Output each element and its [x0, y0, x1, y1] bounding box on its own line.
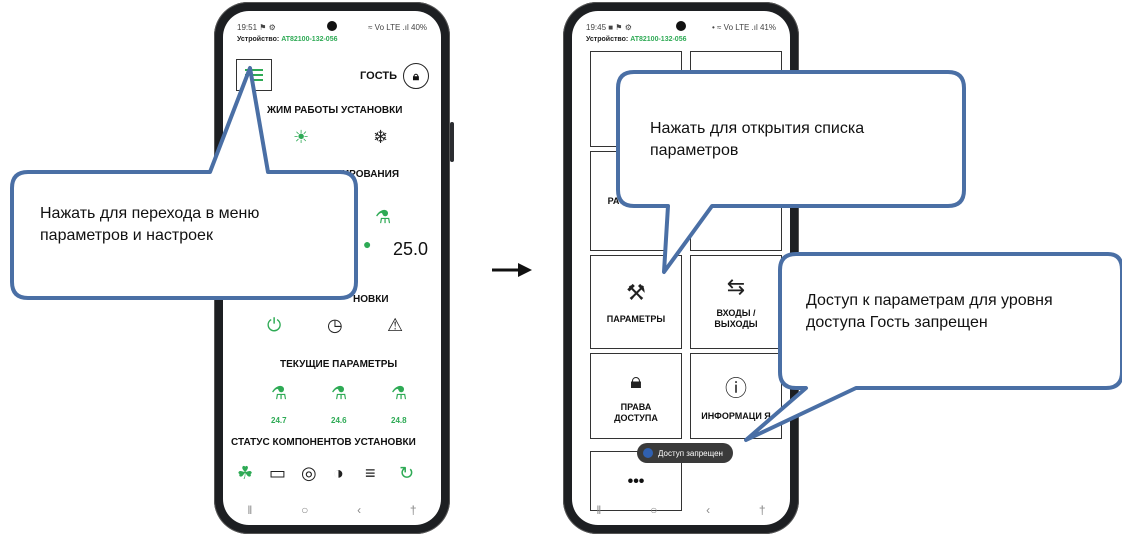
left-phone: 19:51 ⚑ ⚙ ≈ Vo LTE .ıl 40% Устройство: A…: [214, 2, 454, 534]
heater-icon: ▭: [269, 463, 287, 483]
transition-arrow-icon: [492, 263, 532, 277]
tile-top-left-label: Р Р: [628, 93, 644, 104]
tile-logs[interactable]: ЛОГИ: [690, 151, 782, 251]
clock-icon[interactable]: ◷: [327, 315, 343, 336]
power-icon[interactable]: ⏻: [267, 315, 281, 336]
guest-access[interactable]: ГОСТЬ 🔒︎: [360, 63, 429, 89]
system-navbar: ‖ ○ ‹ †: [223, 495, 441, 525]
tile-io-label: ВХОДЫ / ВЫХОДЫ: [714, 308, 758, 329]
info-icon: ⓘ: [724, 375, 747, 401]
callout-right-bottom-text: Доступ к параметрам для уровня доступа Г…: [806, 292, 1053, 331]
guest-label: ГОСТЬ: [360, 70, 397, 82]
wrench-icon: ⚒: [626, 279, 646, 305]
tile-info-label: ИНФОРМАЦИ Я: [701, 410, 771, 421]
current-value-2: 24.6: [331, 416, 347, 425]
status-bar: 19:51 ⚑ ⚙ ≈ Vo LTE .ıl 40%: [237, 23, 427, 37]
lock-icon: 🔒︎: [630, 368, 642, 393]
section-component-status-title: СТАТУС КОМПОНЕНТОВ УСТАНОВКИ: [231, 437, 416, 448]
device-label: Устройство:: [586, 36, 629, 43]
current-value-1: 24.7: [271, 416, 287, 425]
tile-access[interactable]: 🔒︎ ПРАВА ДОСТУПА: [590, 353, 682, 439]
tile-params[interactable]: ⚒ ПАРАМЕТРЫ: [590, 255, 682, 349]
status-time: 19:51 ⚑ ⚙: [237, 23, 276, 32]
device-id: AT82100-132-056: [281, 36, 338, 43]
phone-side-button: [450, 122, 454, 162]
callout-overlay: [10, 66, 1122, 442]
status-time: 19:45 ■ ⚑ ⚙: [586, 23, 632, 32]
swap-arrows-icon: ⇆: [726, 274, 746, 299]
home-icon[interactable]: ○: [650, 503, 657, 517]
access-denied-toast: Доступ запрещен: [637, 443, 733, 463]
fan-icon: ☘: [237, 463, 254, 483]
temperature-sensor-icon: ⚗: [375, 207, 392, 227]
callout-right-top-text: Нажать для открытия списка параметров: [650, 120, 865, 159]
accessibility-icon[interactable]: †: [759, 503, 766, 517]
more-icon: •••: [627, 472, 645, 490]
back-icon[interactable]: ‹: [706, 503, 710, 517]
current-value-3: 24.8: [391, 416, 407, 425]
tile-access-label: ПРАВА ДОСТУПА: [614, 402, 658, 423]
tile-schedule[interactable]: РАСПИСАНИ: [590, 151, 682, 251]
setpoint-value: 25.0: [393, 239, 429, 259]
right-phone: 19:45 ■ ⚑ ⚙ • ≈ Vo LTE .ıl 41% Устройств…: [563, 2, 803, 534]
tile-logs-label: ЛОГИ: [723, 195, 749, 206]
home-icon[interactable]: ○: [301, 503, 308, 517]
tile-info[interactable]: ⓘ ИНФОРМАЦИ Я: [690, 353, 782, 439]
snowflake-icon[interactable]: ❄: [373, 127, 388, 148]
status-bar: 19:45 ■ ⚑ ⚙ • ≈ Vo LTE .ıl 41%: [586, 23, 776, 37]
recent-apps-icon[interactable]: ‖: [247, 503, 252, 517]
tile-io[interactable]: ⇆ ВХОДЫ / ВЫХОДЫ: [690, 255, 782, 349]
status-dot-icon: ●: [363, 236, 372, 252]
recuperator-icon: ↻: [399, 463, 415, 483]
sun-icon[interactable]: ☀: [293, 127, 309, 148]
warning-icon[interactable]: ⚠: [387, 315, 403, 336]
back-icon[interactable]: ‹: [357, 503, 361, 517]
right-phone-screen: 19:45 ■ ⚑ ⚙ • ≈ Vo LTE .ıl 41% Устройств…: [572, 11, 790, 525]
callout-left-text: Нажать для перехода в меню параметров и …: [40, 205, 260, 244]
status-indicators: • ≈ Vo LTE .ıl 41%: [712, 23, 776, 32]
section-install-title: НОВКИ: [353, 294, 389, 305]
tile-schedule-label: РАСПИСАНИ: [607, 195, 665, 206]
device-info: Устройство: AT82100-132-056: [237, 36, 338, 43]
tile-params-label: ПАРАМЕТРЫ: [606, 313, 666, 324]
hamburger-menu-icon[interactable]: [236, 59, 272, 91]
accessibility-icon[interactable]: †: [410, 503, 417, 517]
recent-apps-icon[interactable]: ‖: [596, 503, 601, 517]
device-label: Устройство:: [237, 36, 280, 43]
section-current-params-title: ТЕКУЩИЕ ПАРАМЕТРЫ: [280, 359, 398, 370]
system-navbar: ‖ ○ ‹ †: [572, 495, 790, 525]
device-info: Устройство: AT82100-132-056: [586, 36, 687, 43]
toast-text: Доступ запрещен: [658, 448, 723, 458]
outdoor-temp-icon: ⚗: [271, 383, 288, 403]
supply-temp-icon: ⚗: [331, 383, 348, 403]
valve-icon: ◑: [333, 463, 344, 483]
pump-icon: ◎: [301, 463, 317, 483]
damper-icon: ≡: [365, 463, 376, 483]
left-phone-screen: 19:51 ⚑ ⚙ ≈ Vo LTE .ıl 40% Устройство: A…: [223, 11, 441, 525]
return-temp-icon: ⚗: [391, 383, 408, 403]
section-regulation-title: ТУЛИРОВАНИЯ: [323, 169, 400, 180]
lock-icon[interactable]: 🔒︎: [403, 63, 429, 89]
status-indicators: ≈ Vo LTE .ıl 40%: [368, 23, 427, 32]
callout-right-bottom-shape: [744, 252, 1122, 442]
app-logo-icon: [643, 448, 653, 458]
section-mode-title: ЖИМ РАБОТЫ УСТАНОВКИ: [267, 105, 403, 116]
device-id: AT82100-132-056: [630, 36, 687, 43]
